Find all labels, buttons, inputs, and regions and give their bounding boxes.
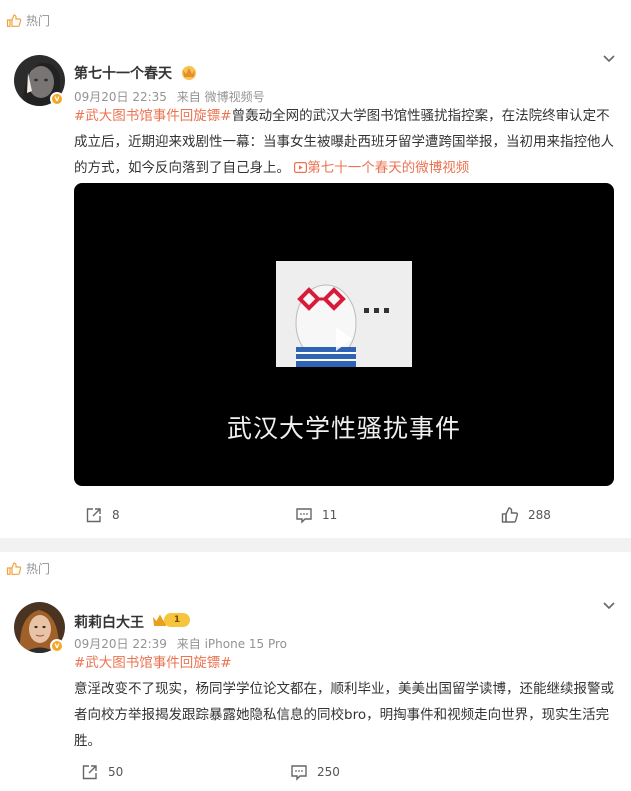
post-date[interactable]: 09月20日 22:39 [74, 637, 167, 651]
post-card: 热门 v 莉莉白大王 1 09月20日 22:39 来自 iPhone 15 P… [0, 552, 631, 791]
chevron-down-icon[interactable] [601, 597, 617, 613]
video-link[interactable]: 第七十一个春天的微博视频 [294, 160, 469, 176]
share-icon [86, 508, 101, 523]
hashtag-link[interactable]: #武大图书馆事件回旋镖# [74, 108, 232, 124]
verified-badge-icon: v [50, 639, 64, 653]
post-text: #武大图书馆事件回旋镖#曾轰动全网的武汉大学图书馆性骚扰指控案，在法院终审认定不… [74, 103, 618, 181]
action-bar: 8 11 288 [0, 505, 631, 529]
comment-icon [296, 508, 312, 524]
share-icon [82, 765, 97, 780]
post-date[interactable]: 09月20日 22:35 [74, 90, 167, 104]
post-source: 来自 iPhone 15 Pro [176, 637, 288, 651]
card-divider [0, 538, 631, 552]
post-body: 意淫改变不了现实，杨同学学位论文都在，顺利毕业，美美出国留学读博，还能继续报警或… [74, 681, 614, 749]
username[interactable]: 莉莉白大王 [74, 612, 144, 632]
video-caption: 武汉大学性骚扰事件 [226, 414, 461, 443]
video-link-icon [294, 162, 308, 174]
crown-badge-icon [182, 66, 196, 80]
action-bar: 50 250 [0, 762, 631, 786]
hot-label: 热门 [6, 12, 50, 29]
vip-level-badge: 1 [164, 613, 190, 627]
repost-button[interactable]: 8 [84, 505, 120, 525]
repost-button[interactable]: 50 [80, 762, 123, 782]
comment-button[interactable]: 11 [294, 505, 337, 525]
hashtag-link[interactable]: #武大图书馆事件回旋镖# [74, 655, 232, 671]
like-button[interactable]: 288 [500, 505, 551, 525]
video-thumbnail [276, 261, 412, 367]
comment-icon [291, 765, 307, 781]
hot-thumbs-icon [6, 13, 22, 27]
post-card: 热门 v 第七十一个春天 09月20日 22:35 来自 微博视频号 #武大图书… [0, 0, 631, 538]
post-source: 来自 微博视频号 [176, 90, 265, 104]
username[interactable]: 第七十一个春天 [74, 63, 172, 83]
post-text: #武大图书馆事件回旋镖# 意淫改变不了现实，杨同学学位论文都在，顺利毕业，美美出… [74, 650, 618, 754]
video-player[interactable]: 武汉大学性骚扰事件 [74, 183, 614, 486]
comment-button[interactable]: 250 [289, 762, 340, 782]
chevron-down-icon[interactable] [601, 50, 617, 66]
verified-badge-icon: v [50, 92, 64, 106]
hot-thumbs-icon [6, 561, 22, 575]
thumbs-up-icon [501, 507, 519, 523]
hot-label: 热门 [6, 560, 50, 577]
